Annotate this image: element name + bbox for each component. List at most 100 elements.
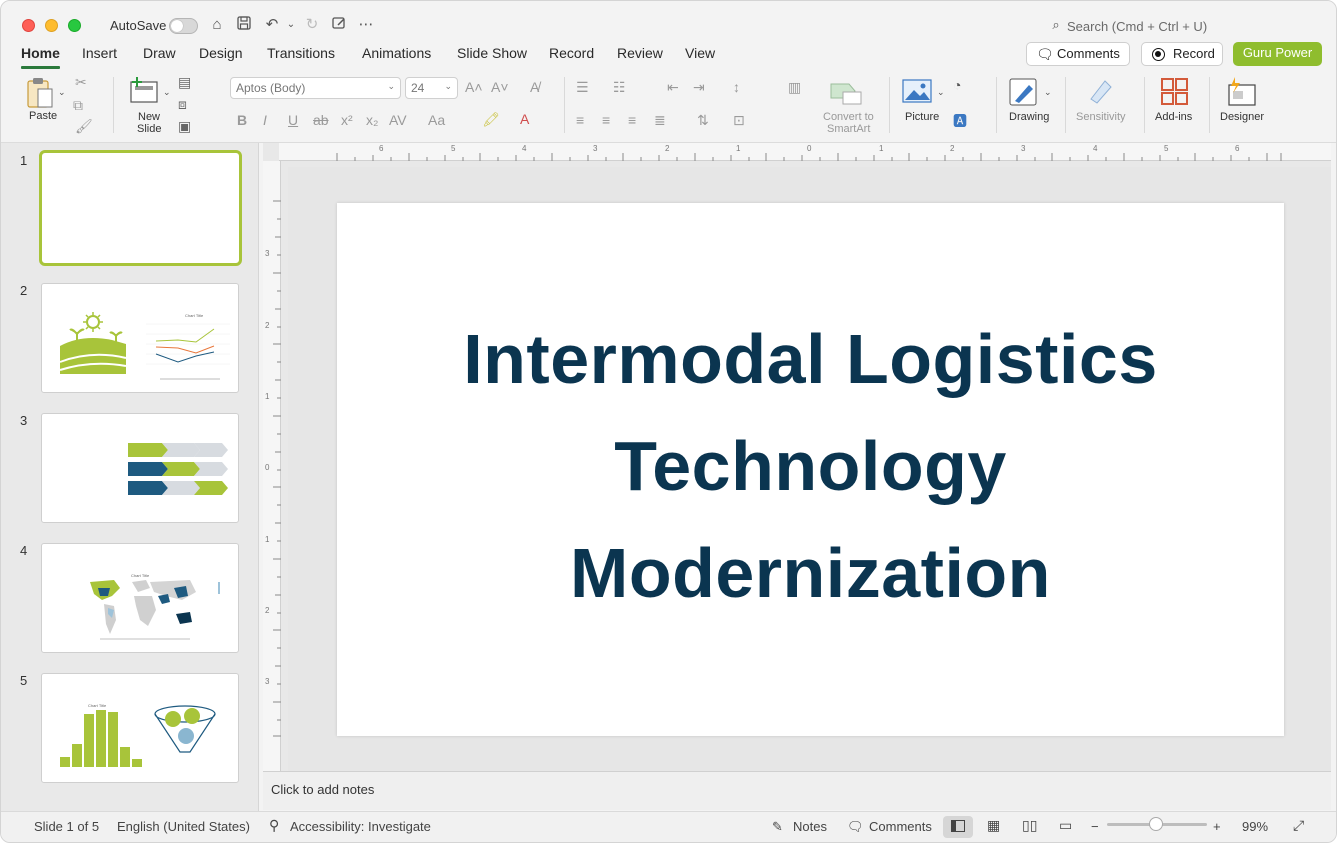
more-icon[interactable]: ⋯	[356, 15, 376, 35]
change-case-icon[interactable]: Aa	[428, 112, 445, 128]
sensitivity-label: Sensitivity	[1076, 111, 1126, 123]
clear-formatting-icon[interactable]: A̸	[530, 79, 539, 95]
minimize-window-button[interactable]	[45, 19, 58, 32]
current-slide[interactable]: Intermodal Logistics Technology Moderniz…	[337, 203, 1284, 736]
ribbon-home: ⌄ Paste ✂ ⧉ 🖌 ⌄ New Slide ▤ ⧈ ▣ Aptos (B…	[1, 69, 1336, 143]
accessibility-status[interactable]: Accessibility: Investigate	[290, 819, 431, 834]
bullets-icon[interactable]: ☰	[576, 79, 589, 96]
tab-home[interactable]: Home	[21, 45, 60, 69]
decrease-indent-icon[interactable]: ⇤	[667, 79, 679, 96]
save-icon[interactable]	[234, 15, 254, 35]
drawing-dropdown-icon[interactable]: ⌄	[1044, 87, 1052, 98]
notes-toggle[interactable]: Notes	[793, 819, 827, 834]
slide-thumbnail-5[interactable]: Chart Title	[41, 673, 239, 783]
align-right-icon[interactable]: ≡	[628, 112, 636, 128]
tab-animations[interactable]: Animations	[362, 45, 431, 61]
slide-thumbnail-1[interactable]	[39, 150, 242, 266]
drawing-icon	[1009, 78, 1037, 106]
convert-smartart-label-line2: SmartArt	[827, 123, 871, 135]
tab-slide-show[interactable]: Slide Show	[457, 45, 527, 61]
zoom-level[interactable]: 99%	[1242, 819, 1268, 834]
comments-button[interactable]: 🗨 Comments	[1026, 42, 1130, 66]
fit-to-window-icon[interactable]: ⤢	[1293, 817, 1304, 834]
underline-icon[interactable]: U	[288, 112, 298, 128]
increase-indent-icon[interactable]: ⇥	[693, 79, 705, 96]
slideshow-icon[interactable]: ▭	[1059, 817, 1072, 834]
format-painter-icon[interactable]: 🖌	[75, 118, 93, 135]
comment-icon: 🗨	[1036, 46, 1054, 62]
ribbon-separator	[889, 77, 890, 133]
ruler-label: 3	[1021, 144, 1026, 153]
tab-transitions[interactable]: Transitions	[267, 45, 335, 61]
normal-view-button[interactable]	[943, 816, 973, 838]
layout-icon[interactable]: ▤	[178, 74, 191, 91]
home-icon[interactable]: ⌂	[207, 15, 227, 35]
comment-icon: 🗨	[847, 819, 864, 834]
align-center-icon[interactable]: ≡	[602, 112, 610, 128]
font-size-select[interactable]: 24 ⌄	[405, 77, 458, 99]
tab-view[interactable]: View	[685, 45, 715, 61]
copy-icon[interactable]: ⧉	[73, 97, 83, 114]
language-status[interactable]: English (United States)	[117, 819, 250, 834]
picture-dropdown-icon[interactable]: ⌄	[937, 87, 945, 98]
section-icon[interactable]: ▣	[178, 118, 191, 135]
close-window-button[interactable]	[22, 19, 35, 32]
increase-font-icon[interactable]: A˄	[465, 79, 483, 95]
slide-thumbnail-3[interactable]	[41, 413, 239, 523]
shapes-icon[interactable]: ◔	[953, 77, 961, 93]
text-box-icon[interactable]: 🅰	[953, 111, 967, 131]
slide-thumbnail-2[interactable]: Chart Title	[41, 283, 239, 393]
autosave-toggle[interactable]	[169, 18, 198, 34]
strikethrough-icon[interactable]: ab	[313, 112, 329, 128]
slide-title[interactable]: Intermodal Logistics Technology Moderniz…	[337, 306, 1284, 627]
new-slide-dropdown-icon[interactable]: ⌄	[163, 87, 171, 98]
reading-view-icon[interactable]: ▯▯	[1022, 817, 1037, 834]
ribbon-separator	[1209, 77, 1210, 133]
tab-review[interactable]: Review	[617, 45, 663, 61]
chevron-down-icon: ⌄	[387, 81, 395, 91]
ribbon-separator	[564, 77, 565, 133]
tab-design[interactable]: Design	[199, 45, 243, 61]
font-name-select[interactable]: Aptos (Body) ⌄	[230, 77, 401, 99]
ruler-label: 1	[879, 144, 884, 153]
align-left-icon[interactable]: ≡	[576, 112, 584, 128]
zoom-out-icon[interactable]: −	[1091, 819, 1099, 834]
comments-toggle[interactable]: Comments	[869, 819, 932, 834]
character-spacing-icon[interactable]: AV	[389, 112, 407, 128]
zoom-window-button[interactable]	[68, 19, 81, 32]
reset-icon[interactable]: ⧈	[178, 96, 187, 113]
slide-thumbnail-4[interactable]: Chart Title	[41, 543, 239, 653]
columns-icon[interactable]: ▥	[788, 79, 801, 96]
decrease-font-icon[interactable]: A˅	[491, 79, 509, 95]
subscript-icon[interactable]: x₂	[366, 112, 378, 128]
tab-insert[interactable]: Insert	[82, 45, 117, 61]
zoom-slider-handle[interactable]	[1149, 817, 1163, 831]
search-input[interactable]: Search (Cmd + Ctrl + U)	[1067, 19, 1207, 34]
notes-pane[interactable]: Click to add notes	[263, 771, 1331, 810]
font-color-icon[interactable]: A	[520, 111, 529, 127]
tab-draw[interactable]: Draw	[143, 45, 176, 61]
cut-icon[interactable]: ✂	[75, 74, 87, 91]
italic-icon[interactable]: I	[263, 112, 267, 128]
text-direction-icon[interactable]: ⇅	[697, 112, 709, 129]
guru-power-button[interactable]: Guru Power	[1233, 42, 1322, 66]
numbering-icon[interactable]: ☷	[613, 79, 626, 96]
highlight-icon[interactable]: 🖍	[482, 111, 500, 128]
bold-icon[interactable]: B	[237, 112, 247, 128]
redo-icon[interactable]: ↻	[302, 15, 322, 35]
align-text-icon[interactable]: ⊡	[733, 112, 745, 129]
justify-icon[interactable]: ≣	[654, 112, 666, 129]
record-button-label: Record	[1173, 46, 1215, 61]
autosave-label: AutoSave	[110, 18, 167, 33]
undo-dropdown-icon[interactable]: ⌄	[281, 15, 301, 35]
zoom-in-icon[interactable]: +	[1213, 819, 1221, 834]
paste-dropdown-icon[interactable]: ⌄	[58, 87, 66, 98]
designer-icon	[1228, 77, 1256, 106]
undo-icon[interactable]: ↶	[262, 15, 282, 35]
slide-sorter-icon[interactable]: ▦	[987, 817, 1000, 834]
customize-icon[interactable]	[329, 15, 349, 35]
record-button[interactable]: Record	[1141, 42, 1223, 66]
tab-record[interactable]: Record	[549, 45, 594, 61]
superscript-icon[interactable]: x²	[341, 112, 353, 128]
line-spacing-icon[interactable]: ↕	[733, 79, 740, 95]
